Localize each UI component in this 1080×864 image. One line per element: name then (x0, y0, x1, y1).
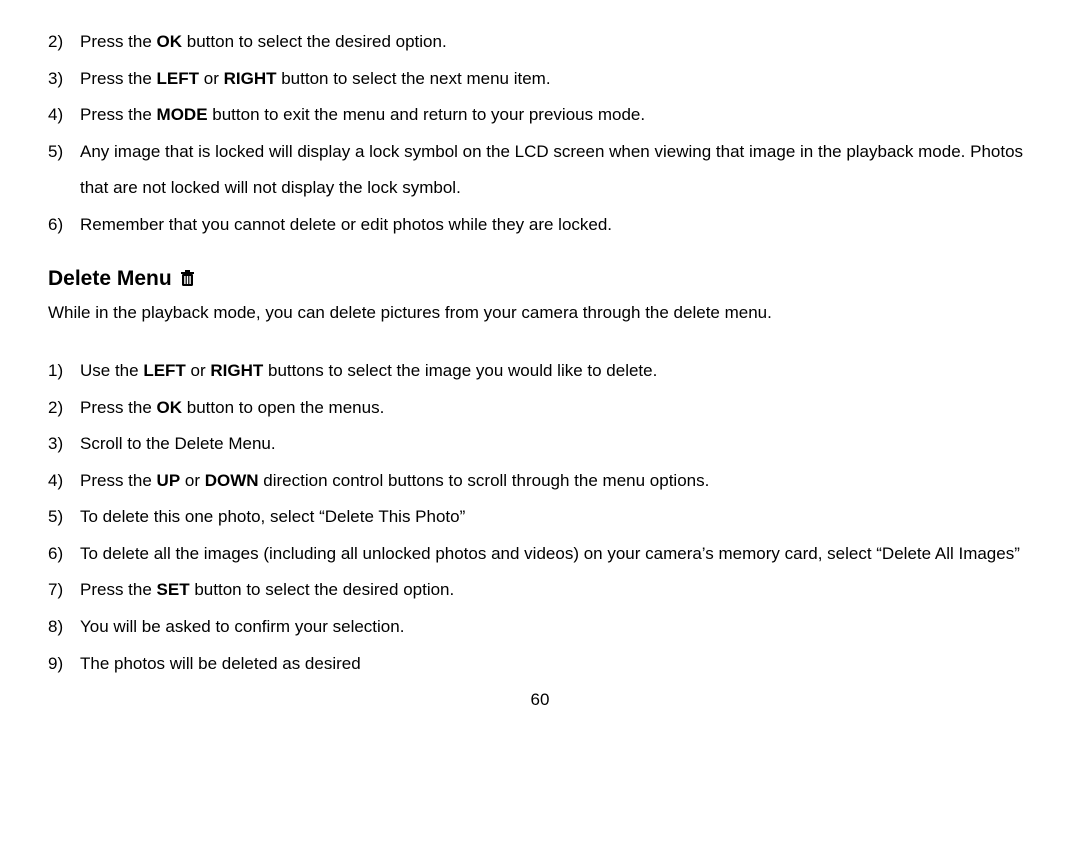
list-item: 3)Scroll to the Delete Menu. (48, 426, 1032, 463)
list-item: 2)Press the OK button to open the menus. (48, 390, 1032, 427)
delete-menu-intro: While in the playback mode, you can dele… (48, 295, 1032, 332)
trash-icon (180, 270, 195, 287)
list-item: 7)Press the SET button to select the des… (48, 572, 1032, 609)
list-item: 6)To delete all the images (including al… (48, 536, 1032, 573)
list-item: 8)You will be asked to confirm your sele… (48, 609, 1032, 646)
list-text: Press the OK button to select the desire… (80, 24, 1032, 61)
list-number: 6) (48, 536, 80, 573)
page-number: 60 (48, 682, 1032, 719)
list-text: Press the LEFT or RIGHT button to select… (80, 61, 1032, 98)
list-text: You will be asked to confirm your select… (80, 609, 1032, 646)
list-number: 6) (48, 207, 80, 244)
list-item: 4)Press the MODE button to exit the menu… (48, 97, 1032, 134)
list-number: 2) (48, 24, 80, 61)
list-text: Scroll to the Delete Menu. (80, 426, 1032, 463)
list-text: The photos will be deleted as desired (80, 646, 1032, 683)
list-number: 2) (48, 390, 80, 427)
list-item: 6)Remember that you cannot delete or edi… (48, 207, 1032, 244)
list-text: Use the LEFT or RIGHT buttons to select … (80, 353, 1032, 390)
instruction-list-2: 1)Use the LEFT or RIGHT buttons to selec… (48, 353, 1032, 682)
list-text: Press the OK button to open the menus. (80, 390, 1032, 427)
list-number: 5) (48, 134, 80, 171)
list-number: 8) (48, 609, 80, 646)
section-heading-delete-menu: Delete Menu (48, 265, 1032, 292)
list-item: 4)Press the UP or DOWN direction control… (48, 463, 1032, 500)
list-number: 9) (48, 646, 80, 683)
list-text: To delete all the images (including all … (80, 536, 1032, 573)
list-number: 3) (48, 426, 80, 463)
list-item: 5)To delete this one photo, select “Dele… (48, 499, 1032, 536)
list-number: 4) (48, 97, 80, 134)
list-item: 2)Press the OK button to select the desi… (48, 24, 1032, 61)
list-number: 1) (48, 353, 80, 390)
list-text: To delete this one photo, select “Delete… (80, 499, 1032, 536)
heading-text: Delete Menu (48, 265, 172, 292)
list-text: Press the SET button to select the desir… (80, 572, 1032, 609)
list-number: 4) (48, 463, 80, 500)
list-item: 9)The photos will be deleted as desired (48, 646, 1032, 683)
list-item: 1)Use the LEFT or RIGHT buttons to selec… (48, 353, 1032, 390)
list-text: Press the MODE button to exit the menu a… (80, 97, 1032, 134)
list-number: 3) (48, 61, 80, 98)
list-text: Press the UP or DOWN direction control b… (80, 463, 1032, 500)
list-item: 5)Any image that is locked will display … (48, 134, 1032, 207)
list-number: 5) (48, 499, 80, 536)
instruction-list-1: 2)Press the OK button to select the desi… (48, 24, 1032, 243)
list-text: Remember that you cannot delete or edit … (80, 207, 1032, 244)
list-text: Any image that is locked will display a … (80, 134, 1032, 207)
list-number: 7) (48, 572, 80, 609)
list-item: 3)Press the LEFT or RIGHT button to sele… (48, 61, 1032, 98)
